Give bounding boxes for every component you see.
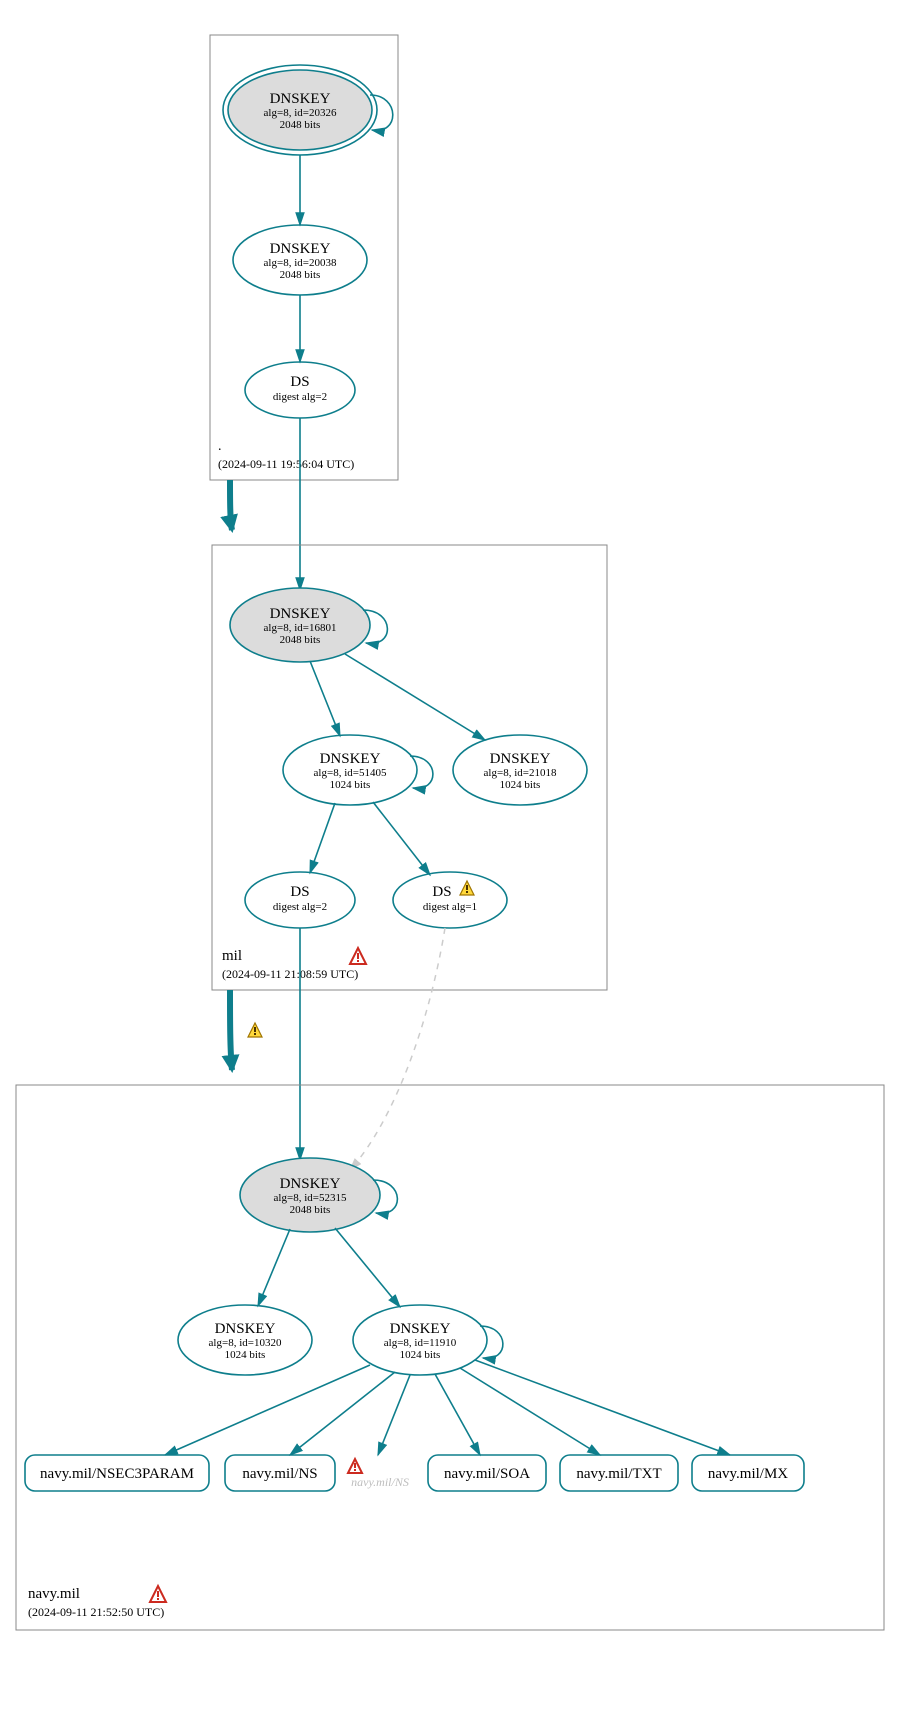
svg-text:1024 bits: 1024 bits [330,779,371,791]
error-icon [350,948,366,964]
svg-text:DNSKEY: DNSKEY [270,91,331,107]
svg-text:digest alg=2: digest alg=2 [273,391,327,403]
error-icon [150,1586,166,1602]
svg-text:2048 bits: 2048 bits [280,269,321,281]
warning-icon [248,1023,262,1037]
svg-text:alg=8, id=51405: alg=8, id=51405 [314,767,387,779]
dnssec-graph: . (2024-09-11 19:56:04 UTC) DNSKEY alg=8… [0,0,903,1719]
mil-dnskey-other: DNSKEY alg=8, id=21018 1024 bits [453,735,587,805]
navy-dnskey-ksk: DNSKEY alg=8, id=52315 2048 bits [240,1158,380,1232]
svg-text:DNSKEY: DNSKEY [215,1321,276,1337]
error-icon [348,1459,362,1473]
svg-text:navy.mil/NS: navy.mil/NS [351,1475,409,1489]
svg-text:1024 bits: 1024 bits [500,779,541,791]
svg-text:DS: DS [290,884,309,900]
mil-dnskey-ksk: DNSKEY alg=8, id=16801 2048 bits [230,588,370,662]
svg-text:alg=8, id=52315: alg=8, id=52315 [274,1192,347,1204]
zone-root-label: . [218,439,222,454]
svg-text:DNSKEY: DNSKEY [270,241,331,257]
svg-text:navy.mil/SOA: navy.mil/SOA [444,1466,530,1482]
svg-text:navy.mil/MX: navy.mil/MX [708,1466,788,1482]
zone-mil-label: mil [222,948,242,964]
edge-navy-ksk-to-other [258,1229,290,1306]
edge-mil-ksk-to-zsk [310,661,340,736]
navy-dnskey-other: DNSKEY alg=8, id=10320 1024 bits [178,1305,312,1375]
navy-rr-ns: navy.mil/NS [225,1455,335,1491]
mil-dnskey-zsk: DNSKEY alg=8, id=51405 1024 bits [283,735,417,805]
edge-mil-ksk-to-other [345,654,485,740]
navy-rr-mx: navy.mil/MX [692,1455,804,1491]
svg-text:alg=8, id=16801: alg=8, id=16801 [264,622,337,634]
svg-text:digest alg=2: digest alg=2 [273,901,327,913]
mil-ds-2: DS digest alg=1 [393,872,507,928]
svg-text:DNSKEY: DNSKEY [390,1321,451,1337]
root-ds: DS digest alg=2 [245,362,355,418]
edge-navy-zsk-to-soa [435,1374,480,1455]
svg-text:navy.mil/TXT: navy.mil/TXT [576,1466,661,1482]
svg-text:DS: DS [432,884,451,900]
svg-text:DNSKEY: DNSKEY [490,751,551,767]
zone-navy-label: navy.mil [28,1586,80,1602]
edge-mil-zsk-to-ds1 [310,803,335,873]
navy-rr-nsec3param: navy.mil/NSEC3PARAM [25,1455,209,1491]
navy-rr-soa: navy.mil/SOA [428,1455,546,1491]
root-dnskey-zsk: DNSKEY alg=8, id=20038 2048 bits [233,225,367,295]
mil-ds-1: DS digest alg=2 [245,872,355,928]
svg-text:DNSKEY: DNSKEY [320,751,381,767]
svg-text:navy.mil/NS: navy.mil/NS [242,1466,317,1482]
svg-text:1024 bits: 1024 bits [400,1349,441,1361]
edge-navy-zsk-to-ghost [378,1375,410,1455]
svg-text:2048 bits: 2048 bits [280,634,321,646]
zone-mil-timestamp: (2024-09-11 21:08:59 UTC) [222,967,358,981]
edge-delegation-root-to-mil [230,480,232,530]
navy-ghost-ns: navy.mil/NS [348,1459,409,1489]
root-dnskey-ksk: DNSKEY alg=8, id=20326 2048 bits [223,65,377,155]
edge-navy-zsk-to-nsec3param [165,1365,370,1455]
svg-text:digest alg=1: digest alg=1 [423,901,477,913]
svg-text:DS: DS [290,374,309,390]
svg-text:DNSKEY: DNSKEY [280,1176,341,1192]
edge-mil-zsk-to-ds2 [373,802,430,875]
svg-text:alg=8, id=20326: alg=8, id=20326 [264,107,337,119]
svg-text:2048 bits: 2048 bits [280,119,321,131]
zone-root-timestamp: (2024-09-11 19:56:04 UTC) [218,457,354,471]
svg-text:1024 bits: 1024 bits [225,1349,266,1361]
svg-text:DNSKEY: DNSKEY [270,606,331,622]
navy-dnskey-zsk: DNSKEY alg=8, id=11910 1024 bits [353,1305,487,1375]
navy-rr-txt: navy.mil/TXT [560,1455,678,1491]
edge-navy-zsk-to-mx [475,1360,730,1455]
svg-text:2048 bits: 2048 bits [290,1204,331,1216]
svg-text:alg=8, id=20038: alg=8, id=20038 [264,257,337,269]
svg-text:alg=8, id=11910: alg=8, id=11910 [384,1337,457,1349]
edge-delegation-mil-to-navy [230,990,232,1070]
svg-text:alg=8, id=21018: alg=8, id=21018 [484,767,557,779]
edge-navy-ksk-to-zsk [335,1228,400,1307]
svg-text:navy.mil/NSEC3PARAM: navy.mil/NSEC3PARAM [40,1466,194,1482]
edge-navy-zsk-to-ns [290,1372,395,1455]
svg-text:alg=8, id=10320: alg=8, id=10320 [209,1337,282,1349]
zone-navy-timestamp: (2024-09-11 21:52:50 UTC) [28,1605,164,1619]
